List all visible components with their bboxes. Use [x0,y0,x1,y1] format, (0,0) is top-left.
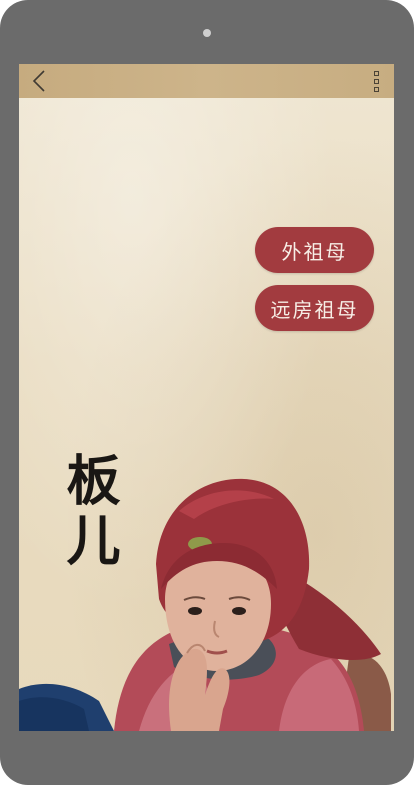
relation-label: 远房祖母 [270,297,359,322]
more-dot-icon [373,71,379,76]
back-button[interactable] [29,69,55,93]
term-title: 板儿 [57,452,121,572]
relation-label: 外祖母 [281,239,348,264]
more-dot-icon [373,87,379,92]
front-camera [203,29,211,37]
chevron-left-icon [32,70,45,92]
relation-button-distant-grandmother[interactable]: 远房祖母 [255,285,374,331]
more-menu-button[interactable] [370,71,382,95]
more-dot-icon [373,79,379,84]
relation-button-maternal-grandmother[interactable]: 外祖母 [255,227,374,273]
app-screen: 外祖母 远房祖母 板儿 [19,64,394,731]
device-frame: 外祖母 远房祖母 板儿 [0,0,414,785]
top-bar [19,64,394,98]
